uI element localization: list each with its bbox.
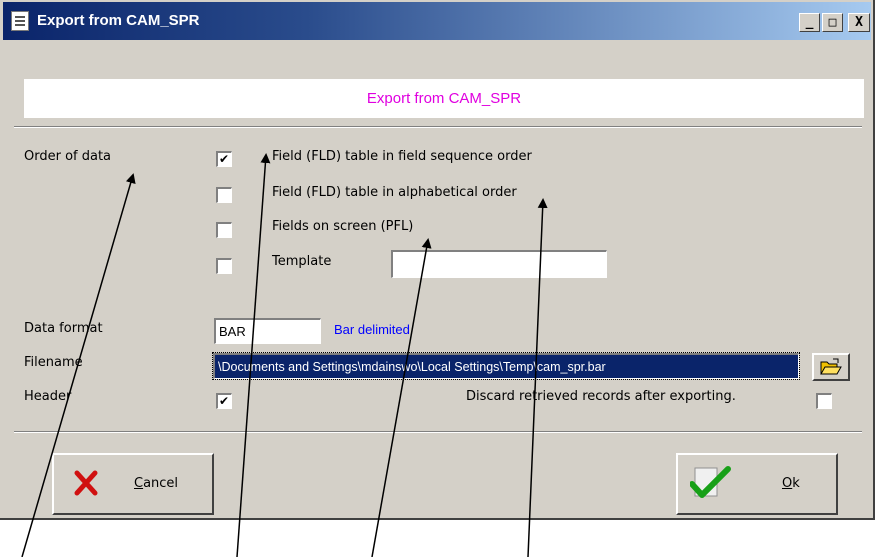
data-format-description: Bar delimited bbox=[334, 322, 410, 337]
checkbox-field-sequence-order[interactable] bbox=[216, 151, 232, 167]
option-template-label: Template bbox=[272, 254, 332, 269]
document-icon bbox=[11, 11, 29, 31]
folder-open-icon bbox=[820, 358, 842, 375]
ok-button-label-rest: k bbox=[792, 476, 800, 491]
minimize-button[interactable]: _ bbox=[799, 13, 820, 32]
title-bar[interactable]: Export from CAM_SPR _ □ X bbox=[3, 2, 871, 40]
red-x-icon bbox=[74, 470, 98, 496]
export-dialog: Export from CAM_SPR _ □ X Export from CA… bbox=[0, 0, 875, 520]
discard-label: Discard retrieved records after exportin… bbox=[466, 389, 736, 404]
ok-button[interactable]: Ok bbox=[676, 453, 838, 515]
data-format-label: Data format bbox=[24, 321, 103, 336]
cancel-button-label-rest: ancel bbox=[143, 476, 179, 491]
window-title: Export from CAM_SPR bbox=[37, 12, 200, 29]
green-check-icon bbox=[690, 466, 731, 498]
order-of-data-label: Order of data bbox=[24, 149, 112, 164]
option-field-sequence-order-label: Field (FLD) table in field sequence orde… bbox=[272, 149, 532, 164]
checkbox-alphabetical-order[interactable] bbox=[216, 187, 232, 203]
option-alphabetical-order-label: Field (FLD) table in alphabetical order bbox=[272, 185, 517, 200]
discard-checkbox[interactable] bbox=[816, 393, 832, 409]
cancel-button-label-mnemonic: C bbox=[134, 476, 144, 491]
maximize-button[interactable]: □ bbox=[822, 13, 843, 32]
cancel-button[interactable]: Cancel bbox=[52, 453, 214, 515]
banner-title: Export from CAM_SPR bbox=[366, 90, 522, 107]
ok-button-label: Ok bbox=[782, 476, 800, 491]
option-fields-on-screen-label: Fields on screen (PFL) bbox=[272, 219, 414, 234]
separator-bottom bbox=[14, 431, 862, 433]
close-button[interactable]: X bbox=[848, 13, 870, 32]
browse-button[interactable] bbox=[812, 353, 850, 381]
header-label: Header bbox=[24, 389, 72, 404]
checkbox-fields-on-screen[interactable] bbox=[216, 222, 232, 238]
separator-top bbox=[14, 126, 862, 128]
checkbox-template[interactable] bbox=[216, 258, 232, 274]
data-format-input[interactable]: BAR bbox=[214, 318, 321, 344]
filename-input[interactable]: \Documents and Settings\mdainswo\Local S… bbox=[212, 352, 800, 380]
header-checkbox[interactable] bbox=[216, 393, 232, 409]
cancel-button-label: Cancel bbox=[134, 476, 178, 491]
template-input[interactable] bbox=[391, 250, 607, 278]
ok-button-label-mnemonic: O bbox=[782, 476, 793, 491]
banner: Export from CAM_SPR bbox=[24, 79, 864, 118]
filename-label: Filename bbox=[24, 355, 83, 370]
